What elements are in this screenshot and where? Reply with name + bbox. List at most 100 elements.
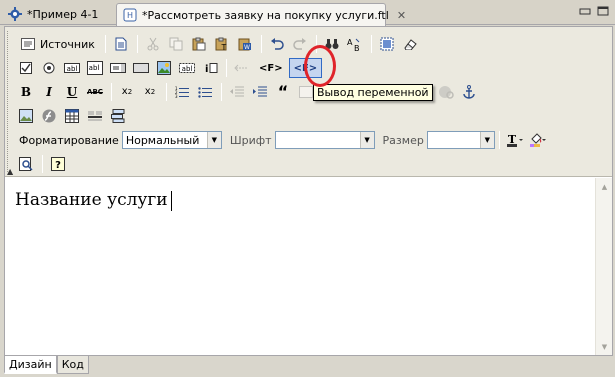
insert-table-button[interactable] (61, 106, 83, 126)
tab-code[interactable]: Код (56, 356, 89, 374)
find-button[interactable] (321, 34, 343, 54)
variable-output-button[interactable]: <F> (288, 58, 323, 78)
select-all-icon (379, 36, 395, 52)
div-icon (298, 84, 314, 100)
indent-button[interactable] (249, 82, 271, 102)
insert-flash-button[interactable] (38, 106, 60, 126)
subscript-button[interactable]: x2 (116, 82, 138, 102)
svg-text:?: ? (55, 160, 61, 171)
image-button[interactable] (153, 58, 175, 78)
chevron-down-icon[interactable]: ▼ (206, 132, 221, 148)
checkbox-button[interactable] (15, 58, 37, 78)
text-color-icon: T (506, 132, 523, 148)
toolbar-separator (136, 35, 138, 53)
collapse-toolbar-icon[interactable]: ▲ (7, 167, 13, 176)
paste-word-button[interactable]: W (234, 34, 256, 54)
redo-button[interactable] (289, 34, 311, 54)
toolbar-separator (370, 35, 372, 53)
var-list-button[interactable] (231, 58, 253, 78)
eraser-icon (402, 36, 418, 52)
background-color-button[interactable] (527, 130, 549, 150)
anchor-button[interactable] (458, 82, 480, 102)
window-controls (577, 4, 611, 18)
remove-format-button[interactable] (399, 34, 421, 54)
image-icon (156, 60, 172, 76)
hidden-field-button[interactable]: abl (176, 58, 198, 78)
editor-content[interactable]: Название услуги (5, 178, 594, 355)
toolbar-row-4 (15, 105, 130, 127)
svg-text:W: W (244, 44, 250, 51)
textarea-icon: abl (87, 60, 103, 76)
outdent-button[interactable] (226, 82, 248, 102)
paste-button[interactable] (188, 34, 210, 54)
preview-button[interactable] (15, 154, 37, 174)
tab-design[interactable]: Дизайн (4, 356, 57, 374)
maximize-button[interactable] (595, 4, 611, 18)
paste-text-button[interactable]: T (211, 34, 233, 54)
undo-button[interactable] (266, 34, 288, 54)
close-icon[interactable]: ✕ (397, 9, 406, 22)
radio-button[interactable] (38, 58, 60, 78)
replace-button[interactable]: AB (344, 34, 366, 54)
unlink-button[interactable] (435, 82, 457, 102)
select-field-button[interactable] (107, 58, 129, 78)
select-all-button[interactable] (376, 34, 398, 54)
insert-image-button[interactable] (15, 106, 37, 126)
svg-text:abl: abl (89, 64, 100, 72)
svg-text:abl: abl (182, 65, 193, 73)
tab-example-4-1[interactable]: *Пример 4-1 (2, 3, 114, 25)
text-caret (170, 190, 172, 211)
new-page-button[interactable] (110, 34, 132, 54)
italic-button[interactable]: I (38, 82, 60, 102)
label-field-icon: i (202, 60, 218, 76)
svg-text:3: 3 (175, 94, 178, 98)
chevron-down-icon[interactable]: ▼ (359, 132, 374, 148)
bold-button[interactable]: B (15, 82, 37, 102)
help-button[interactable]: ? (47, 154, 69, 174)
horizontal-rule-button[interactable] (84, 106, 106, 126)
underline-button[interactable]: U (61, 82, 83, 102)
source-button[interactable]: Источник (15, 34, 100, 54)
tab-ftl-file[interactable]: H *Рассмотреть заявку на покупку услуги.… (116, 3, 406, 26)
textarea-button[interactable]: abl (84, 58, 106, 78)
anchor-icon (461, 84, 477, 100)
label-field-button[interactable]: i (199, 58, 221, 78)
button-field-button[interactable] (130, 58, 152, 78)
bold-icon: B (20, 85, 32, 99)
superscript-icon: x2 (144, 86, 156, 97)
font-label: Шрифт (229, 133, 272, 147)
superscript-button[interactable]: x2 (139, 82, 161, 102)
text-field-button[interactable]: abl (61, 58, 83, 78)
chevron-down-icon[interactable]: ▼ (479, 132, 494, 148)
scroll-down-icon[interactable]: ▼ (596, 338, 613, 355)
copy-icon (168, 36, 184, 52)
bulleted-list-icon (197, 84, 213, 100)
scroll-up-icon[interactable]: ▲ (596, 178, 613, 195)
svg-text:abl: abl (67, 65, 78, 73)
variable-input-button[interactable]: <F> (254, 58, 288, 78)
picture-icon (18, 108, 34, 124)
minimize-button[interactable] (577, 4, 593, 18)
strikethrough-button[interactable]: ABC (84, 82, 106, 102)
undo-icon (269, 36, 285, 52)
bulleted-list-button[interactable] (194, 82, 216, 102)
text-color-button[interactable]: T (504, 130, 526, 150)
copy-button[interactable] (165, 34, 187, 54)
font-select[interactable]: ▼ (274, 131, 375, 149)
format-label: Форматирование (19, 133, 119, 147)
size-select[interactable]: ▼ (426, 131, 495, 149)
numbered-list-button[interactable]: 123 (171, 82, 193, 102)
format-select[interactable]: Нормальный ▼ (121, 131, 222, 149)
redo-icon (292, 36, 308, 52)
indent-icon (252, 84, 268, 100)
blockquote-button[interactable]: “ (272, 82, 294, 102)
italic-icon: I (46, 85, 52, 99)
vertical-scrollbar[interactable]: ▲ ▼ (595, 178, 612, 355)
help-icon: ? (50, 156, 66, 172)
preview-icon (18, 156, 34, 172)
cut-button[interactable] (142, 34, 164, 54)
toolbar-separator (221, 83, 222, 101)
source-label: Источник (40, 37, 95, 51)
numbered-list-icon: 123 (174, 84, 190, 100)
smiley-table-button[interactable] (107, 106, 129, 126)
